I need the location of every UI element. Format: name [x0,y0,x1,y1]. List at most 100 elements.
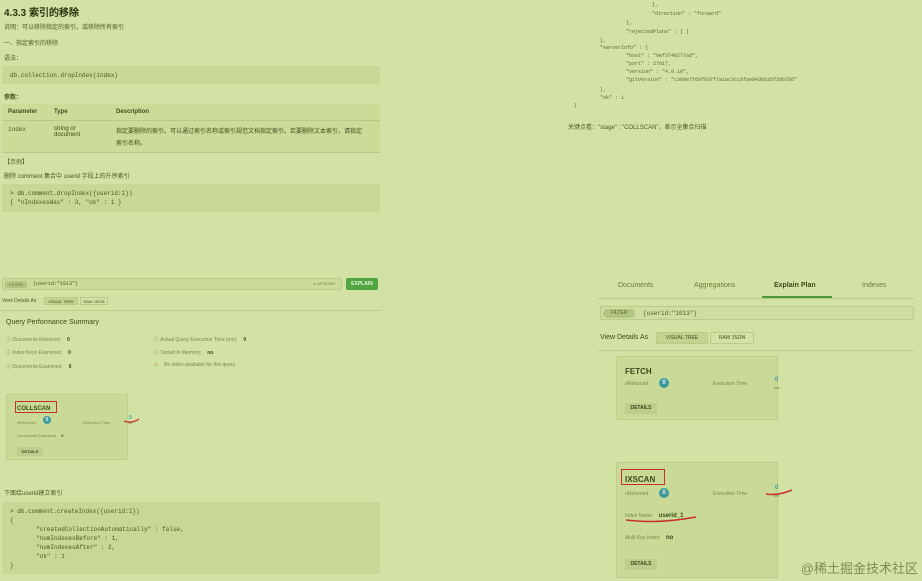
visual-tree-button[interactable]: VISUAL TREE [44,297,78,305]
example-code-line2: { "nIndexesWas" : 3, "ok" : 1 } [10,199,122,206]
example-label: 【示例】 [4,160,29,166]
tab-explain-plan[interactable]: Explain Plan [774,282,816,289]
code-line: > db.comment.createIndex({userid:1}) [10,508,140,515]
active-tab-indicator [762,296,832,298]
col-header-description: Description [110,104,380,121]
multi-key-value: no [665,535,674,541]
param-type-line2: document [54,132,81,138]
stage-name: FETCH [625,367,652,376]
details-button[interactable]: DETAILS [625,403,657,414]
example-code-block: > db.comment.dropIndex({userid:1}) { "nI… [2,184,380,212]
param-name: index [2,120,48,153]
execution-time-label: Execution Time [713,491,748,497]
param-type: string or document [48,120,110,153]
syntax-code: db.collection.dropIndex(index) [10,72,119,79]
syntax-code-block: db.collection.dropIndex(index) [2,66,380,84]
visual-tree-button[interactable]: VISUAL TREE [656,332,708,344]
metric-documents-returned: ⓘ Documents Returned: 0 [6,337,70,343]
col-header-parameter: Parameter [2,104,48,121]
code-line: "rejectedPlans" : [ ] [626,29,690,35]
execution-time-label: Execution Time [83,420,111,425]
param-description-line1: 指定要删除的索引。可以通过索引名称或索引规范文档指定索引。若要删除文本索引，请指… [116,129,363,135]
red-underline-mark [765,489,793,496]
divider [598,350,914,351]
nreturned-badge: 0 [43,416,51,424]
collscan-stage-card: COLLSCAN nReturned 0 Execution Time 0 ms… [6,394,132,460]
subsection-heading: 一、指定索引的移除 [4,41,59,47]
example-description: 删除 comment 集合中 userid 字段上的升序索引 [4,174,130,180]
code-line: "numIndexesBefore" : 1, [36,535,119,542]
compass-explain-ixscan: Documents Aggregations Explain Plan Inde… [598,272,922,581]
fetch-stage-card: FETCH nReturned 0 Execution Time 0 ms DE… [616,356,780,420]
tab-documents[interactable]: Documents [618,282,653,289]
watermark: @稀土掘金技术社区 [800,561,918,576]
divider [0,310,382,311]
details-button[interactable]: DETAILS [17,447,43,456]
raw-json-button[interactable]: RAW JSON [80,297,108,305]
info-icon: ⓘ [6,350,12,356]
key-point-note: 关键点看："stage" : "COLLSCAN"，表示全集合扫描 [568,125,707,131]
params-label: 参数： [4,95,23,101]
explain-output-code: }, "direction" : "forward" }, "rejectedP… [566,0,922,131]
info-icon: ⓘ [6,364,12,370]
execution-time-unit: ms [774,385,780,390]
info-icon: ⓘ [6,337,12,343]
table-row: index string or document 指定要删除的索引。可以通过索引… [2,120,380,153]
section-title: 4.3.3 索引的移除 [4,8,80,19]
code-line: "gitVersion" : "c389e7f69f637f7a1ac3cc9f… [626,77,798,83]
params-header-row: Parameter Type Description [2,104,380,121]
highlight-box [15,401,57,413]
code-line: "createdCollectionAutomatically" : false… [36,526,184,533]
code-line: "direction" : "forward" [652,11,722,17]
filter-bar[interactable]: FILTER {userid:"1013"} [600,306,914,320]
nreturned-label: nReturned [625,491,649,497]
compass-explain-collscan: FILTER {userid:"1013"} ▸ OPTIONS EXPLAIN… [0,276,384,476]
raw-json-button[interactable]: RAW JSON [710,332,754,344]
code-line: "numIndexesAfter" : 2, [36,544,116,551]
create-index-code-block: > db.comment.createIndex({userid:1}) { "… [2,502,380,574]
metric-index-keys-examined: ⓘ Index Keys Examined: 0 [6,350,71,356]
red-underline-mark [625,516,697,523]
info-icon: ⓘ [154,337,160,343]
metric-no-index-warning: ⚠ No index available for this query. [154,362,237,368]
code-line: }, [600,38,607,44]
highlight-box [621,469,665,485]
options-toggle[interactable]: ▸ OPTIONS [314,281,335,286]
details-button[interactable]: DETAILS [625,559,657,570]
explain-button[interactable]: EXPLAIN [346,278,378,290]
metric-execution-time: ⓘ Actual Query Execution Time (ms): 0 [154,337,247,343]
view-details-label: View Details As [600,334,649,341]
code-line: "ok" : 1 [36,553,65,560]
syntax-label: 语法： [4,56,23,62]
tab-aggregations[interactable]: Aggregations [694,282,735,289]
filter-chip: FILTER [5,281,27,288]
metric-documents-examined: ⓘ Documents Examined: 6 [6,364,72,370]
tabs-divider [598,298,914,299]
create-index-section: 下面给userid建立索引 > db.comment.createIndex({… [0,484,384,581]
nreturned-badge: 0 [659,378,669,388]
execution-time-label: Execution Time [713,381,748,387]
nreturned-label: nReturned [625,381,649,387]
example-code-line1: > db.comment.dropIndex({userid:1}) [10,190,133,197]
code-line: }, [626,20,633,26]
filter-input[interactable]: {userid:"1013"} [33,281,78,287]
code-line: }, [600,87,607,93]
code-line: { [10,517,14,524]
query-performance-title: Query Performance Summary [6,319,99,326]
red-underline-mark [123,418,140,423]
code-line: "ok" : 1 [600,95,625,101]
code-line: } [10,562,14,569]
tab-indexes[interactable]: Indexes [862,282,887,289]
filter-bar[interactable]: FILTER {userid:"1013"} ▸ OPTIONS [2,278,342,290]
multi-key-row: Multi Key Index: no [625,535,673,541]
code-line: "port" : 27017, [626,61,672,67]
col-header-type: Type [48,104,110,121]
code-line: "serverInfo" : { [600,45,649,51]
docs-examined-label: Documents Examined 6 [17,433,64,438]
section-description: 说明：可以移除指定的索引，或移除所有索引 [4,25,125,31]
info-icon: ⓘ [154,350,160,356]
nreturned-badge: 0 [659,488,669,498]
filter-chip: FILTER [603,309,635,318]
filter-input[interactable]: {userid:"1013"} [643,310,697,317]
param-description-line2: 索引名称。 [116,141,147,147]
